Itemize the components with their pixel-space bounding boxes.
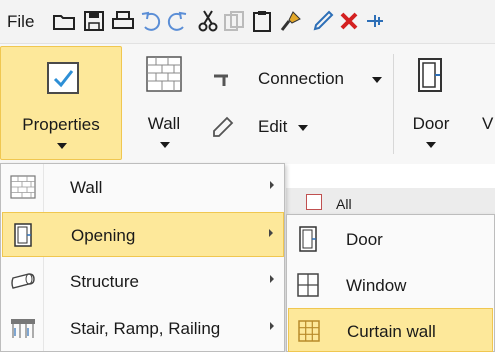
menu-item-opening[interactable]: Opening	[2, 212, 284, 257]
submenu-item-label: Window	[346, 276, 407, 295]
submenu-item-door[interactable]: Door	[288, 217, 493, 261]
properties-label: Properties	[22, 115, 100, 134]
cut-icon[interactable]	[196, 9, 220, 33]
wall-button[interactable]: Wall	[136, 46, 196, 160]
door-icon	[296, 226, 320, 252]
wall-icon	[146, 56, 182, 92]
print-icon[interactable]	[111, 9, 135, 33]
copy-icon[interactable]	[222, 9, 246, 33]
save-icon[interactable]	[82, 9, 106, 33]
open-folder-icon[interactable]	[52, 9, 76, 33]
submenu-arrow-icon	[270, 275, 274, 283]
properties-button[interactable]: Properties	[0, 46, 122, 160]
delete-icon[interactable]	[337, 9, 361, 33]
submenu-item-label: Curtain wall	[347, 322, 436, 341]
opening-submenu: Door Window Curtain wall	[286, 214, 495, 352]
opening-icon	[11, 223, 37, 247]
chevron-down-icon	[160, 142, 170, 148]
eyedropper-icon[interactable]	[311, 9, 335, 33]
menu-item-wall[interactable]: Wall	[2, 165, 284, 210]
pencil-icon	[212, 116, 234, 138]
chevron-down-icon	[372, 77, 382, 83]
door-label: Door	[412, 114, 450, 133]
background-checkbox	[306, 194, 322, 210]
chevron-down-icon	[57, 143, 67, 149]
submenu-arrow-icon	[270, 181, 274, 189]
menu-item-label: Structure	[70, 272, 139, 291]
truncated-ribbon-button[interactable]: V	[482, 114, 493, 134]
window-icon	[296, 272, 320, 298]
edit-label: Edit	[258, 117, 288, 136]
stair-ramp-railing-icon	[10, 316, 36, 340]
connection-label: Connection	[258, 69, 345, 88]
menu-item-label: Wall	[70, 178, 103, 197]
ribbon-divider	[393, 54, 394, 154]
dimension-icon[interactable]	[363, 9, 387, 33]
menu-item-label: Opening	[71, 226, 136, 245]
menu-item-structure[interactable]: Structure	[2, 259, 284, 304]
format-painter-icon[interactable]	[279, 9, 303, 33]
file-menu[interactable]: File	[7, 12, 34, 32]
paste-icon[interactable]	[250, 9, 274, 33]
submenu-arrow-icon	[269, 229, 273, 237]
menu-item-stair-ramp-railing[interactable]: Stair, Ramp, Railing	[2, 306, 284, 351]
submenu-arrow-icon	[270, 322, 274, 330]
properties-checkbox-icon	[46, 61, 80, 95]
wall-icon	[10, 175, 36, 199]
redo-icon[interactable]	[165, 9, 189, 33]
undo-icon[interactable]	[139, 9, 163, 33]
connection-button[interactable]: Connection	[212, 64, 392, 94]
chevron-down-icon	[298, 125, 308, 131]
submenu-item-label: Door	[346, 230, 383, 249]
properties-dropdown-menu: Wall Opening Structure Stair, Ramp, Rail…	[0, 163, 285, 352]
chevron-down-icon	[426, 142, 436, 148]
submenu-item-window[interactable]: Window	[288, 263, 493, 307]
wall-label: Wall	[147, 114, 181, 133]
background-tab-strip: All	[286, 188, 495, 216]
quick-access-toolbar: File	[0, 0, 495, 44]
menu-item-label: Stair, Ramp, Railing	[70, 319, 221, 338]
curtain-wall-icon	[297, 318, 321, 344]
structure-icon	[10, 269, 36, 293]
edit-button[interactable]: Edit	[212, 112, 332, 142]
ribbon: Properties Wall Connection Edit Door V	[0, 44, 495, 164]
background-tab-label: All	[336, 196, 352, 212]
connection-icon	[212, 68, 234, 90]
door-icon	[417, 58, 445, 92]
submenu-item-curtain-wall[interactable]: Curtain wall	[288, 308, 493, 352]
door-button[interactable]: Door	[400, 46, 460, 160]
